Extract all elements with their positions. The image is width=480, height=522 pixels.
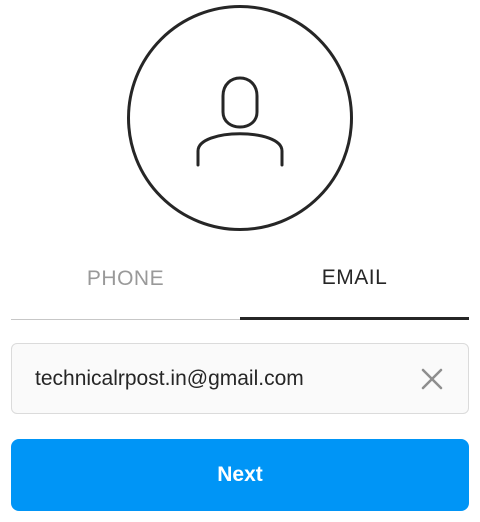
next-button[interactable]: Next [11, 439, 469, 511]
contact-method-tabs: PHONE EMAIL [11, 258, 469, 320]
tab-phone[interactable]: PHONE [11, 258, 240, 320]
tab-email[interactable]: EMAIL [240, 258, 469, 320]
clear-email-button[interactable] [416, 363, 448, 395]
signup-screen: PHONE EMAIL Next [0, 0, 480, 522]
close-icon [421, 368, 443, 389]
user-icon [196, 76, 284, 167]
email-field [11, 343, 469, 414]
profile-avatar [127, 5, 353, 231]
email-input[interactable] [35, 366, 416, 391]
